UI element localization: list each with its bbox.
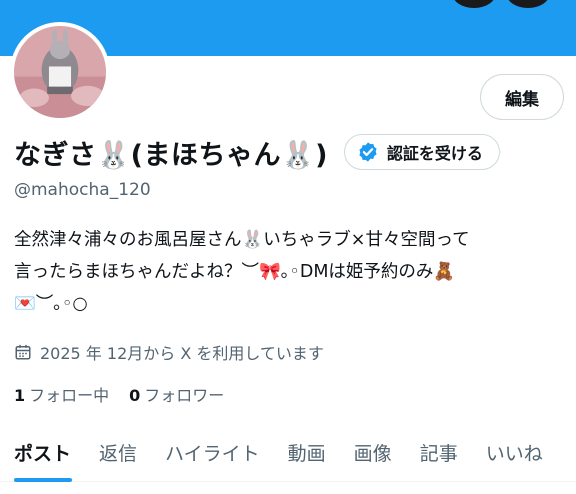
- tab-highlights[interactable]: ハイライト: [165, 424, 260, 482]
- avatar-image: [14, 26, 106, 118]
- user-handle: @mahocha_120: [14, 180, 151, 200]
- tab-videos[interactable]: 動画: [288, 424, 326, 482]
- banner-action-button[interactable]: [452, 0, 496, 8]
- following-count: 1: [14, 386, 26, 405]
- following-label: フォロー中: [29, 386, 110, 405]
- display-name: なぎさ🐰(まほちゃん🐰): [14, 139, 328, 171]
- profile-tabs: ポスト 返信 ハイライト 動画 画像 記事 いいね: [0, 424, 576, 482]
- avatar[interactable]: [10, 22, 110, 122]
- banner-more-button[interactable]: [506, 0, 550, 8]
- joined-label: 2025 年 12月から X を利用しています: [40, 344, 324, 363]
- following-link[interactable]: 1 フォロー中: [14, 382, 109, 406]
- followers-count: 0: [129, 386, 141, 405]
- tab-articles[interactable]: 記事: [420, 424, 458, 482]
- tab-label: ポスト: [14, 443, 72, 465]
- get-verified-label: 認証を受ける: [386, 144, 483, 163]
- joined-date: 2025 年 12月から X を利用しています: [14, 340, 324, 364]
- tab-likes[interactable]: いいね: [486, 424, 543, 482]
- profile-bio: 全然津々浦々のお風呂屋さん🐰いちゃラブ×甘々空間って 言ったらまほちゃんだよね？…: [14, 224, 566, 320]
- verified-badge-icon: [359, 142, 377, 162]
- calendar-icon: [15, 344, 31, 360]
- active-tab-indicator: [14, 477, 72, 482]
- followers-label: フォロワー: [144, 386, 225, 405]
- name-row: なぎさ🐰(まほちゃん🐰) 認証を受ける: [14, 130, 500, 174]
- bio-line: 💌︶｡◦○: [14, 294, 88, 314]
- tab-label: いいね: [485, 443, 543, 465]
- tab-replies[interactable]: 返信: [99, 424, 137, 482]
- tab-label: 画像: [353, 443, 392, 465]
- tab-media[interactable]: 画像: [354, 424, 392, 482]
- followers-link[interactable]: 0 フォロワー: [129, 382, 224, 406]
- tab-label: 返信: [99, 443, 138, 465]
- bio-line: 全然津々浦々のお風呂屋さん🐰いちゃラブ×甘々空間って: [14, 230, 470, 250]
- tab-posts[interactable]: ポスト: [14, 424, 72, 482]
- tab-label: ハイライト: [165, 443, 260, 465]
- edit-profile-button[interactable]: 編集: [480, 74, 564, 120]
- get-verified-button[interactable]: 認証を受ける: [343, 134, 500, 170]
- tab-label: 動画: [287, 443, 326, 465]
- bio-line: 言ったらまほちゃんだよね？︶🎀｡◦DMは姫予約のみ🧸: [14, 262, 456, 282]
- tab-label: 記事: [419, 443, 458, 465]
- follow-stats: 1 フォロー中 0 フォロワー: [14, 382, 224, 406]
